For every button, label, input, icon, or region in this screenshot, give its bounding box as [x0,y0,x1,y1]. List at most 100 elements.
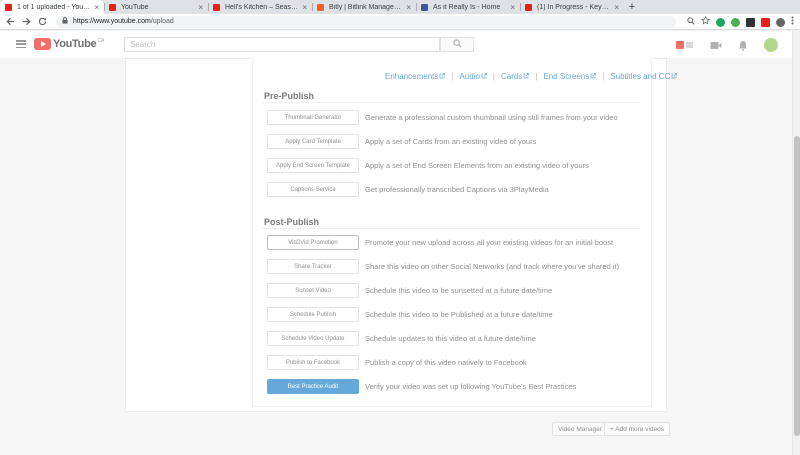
profile-icon[interactable] [776,17,785,27]
reload-icon[interactable] [36,16,48,28]
tab-close-icon[interactable]: × [302,3,307,12]
tool-button[interactable]: Share Tracker [267,259,359,274]
new-tab-button[interactable]: + [624,0,640,14]
account-avatar[interactable] [764,38,778,52]
tool-button[interactable]: Best Practice Audit [267,379,359,394]
search-button[interactable] [440,37,474,52]
tab-favicon-icon [525,3,532,11]
extension-icons [687,15,794,28]
youtube-country-code: CA [97,38,105,44]
tab-favicon-icon [317,3,324,11]
tool-button[interactable]: Sunset Video [267,283,359,298]
tools-tab-link[interactable]: Enhancements [385,72,446,81]
tool-description: Publish a copy of this video natively to… [365,358,527,367]
tool-description: Apply a set of Cards from an existing vi… [365,137,537,146]
zoom-icon[interactable] [687,16,695,28]
tubebuddy-extension-icon[interactable] [761,17,770,27]
tool-row: Schedule Publish Schedule this video to b… [267,307,647,322]
tab-close-icon[interactable]: × [198,3,203,12]
tool-row: Captions Service Get professionally trans… [267,182,647,197]
post-publish-heading: Post-Publish [264,217,320,227]
forward-icon[interactable] [20,16,32,28]
tool-row: Vid2Vid Promotion Promote your new upload… [267,235,647,250]
tools-tabs: Enhancements | Audio | Cards | End Screens | Sub… [385,72,678,81]
tab-title: YouTube [121,3,149,11]
tool-description: Apply a set of End Screen Elements from … [365,161,589,170]
tools-tab-link[interactable]: Audio [459,72,487,81]
tools-tab-label: Audio [459,72,480,81]
browser-tab[interactable]: 1 of 1 uploaded - YouTube × [0,0,104,14]
lock-icon [62,17,68,26]
address-bar: https://www.youtube.com/upload [0,14,800,30]
tab-favicon-icon [109,3,116,11]
tool-row: Publish to Facebook Publish a copy of thi… [267,355,647,370]
tab-favicon-icon [421,3,428,11]
tab-title: 1 of 1 uploaded - YouTube [17,3,92,11]
tab-close-icon[interactable]: × [614,3,619,12]
tools-tab-link[interactable]: Cards [501,72,530,81]
tool-button[interactable]: Publish to Facebook [267,355,359,370]
tool-description: Generate a professional custom thumbnail… [365,113,618,122]
tool-row: Best Practice Audit Verify your video was… [267,379,647,394]
tab-close-icon[interactable]: × [406,3,411,12]
tab-separator: | [602,72,605,81]
external-link-icon [481,73,487,81]
tool-description: Share this video on other Social Network… [365,262,620,271]
search-icon [452,38,462,51]
tab-separator: | [535,72,538,81]
tools-tab-label: Enhancements [385,72,439,81]
tool-row: Apply End Screen Template Apply a set of … [267,158,647,173]
tab-separator: | [451,72,454,81]
tool-description: Schedule updates to this video at a futu… [365,334,536,343]
green-extension-icon[interactable] [731,17,740,27]
external-link-icon [590,73,597,81]
add-more-videos-button[interactable]: + Add more videos [604,422,671,436]
dark-extension-icon[interactable] [746,17,755,27]
browser-tab[interactable]: As it Really Is - Home × [416,0,520,14]
tab-close-icon[interactable]: × [94,3,99,12]
tool-row: Thumbnail Generator Generate a profession… [267,110,647,125]
tools-tab-link[interactable]: Subtitles and CC [610,72,678,81]
video-manager-button[interactable]: Video Manager [552,422,608,436]
browser-tab[interactable]: YouTube × [104,0,208,14]
youtube-logo-text: YouTube [53,38,97,50]
tubebuddy-menu-icon[interactable] [676,40,694,50]
search-input[interactable]: Search [124,37,440,52]
tool-description: Schedule this video to be sunsetted at a… [365,286,553,295]
notifications-bell-icon[interactable] [738,40,748,51]
tool-button[interactable]: Thumbnail Generator [267,110,359,125]
tool-button[interactable]: Schedule Video Update [267,331,359,346]
tool-button[interactable]: Apply End Screen Template [267,158,359,173]
url-host: https://www.youtube.com [73,18,151,25]
tab-title: As it Really Is - Home [433,3,501,11]
browser-tab[interactable]: (1) In Progress - Keyword...× [520,0,624,14]
back-icon[interactable] [4,16,16,28]
tool-description: Get professionally transcribed Captions … [365,185,549,194]
youtube-logo[interactable]: YouTube CA [34,38,104,50]
upload-video-icon[interactable] [710,41,722,50]
tab-close-icon[interactable]: × [510,3,515,12]
tools-tab-link[interactable]: End Screens [543,72,597,81]
post-publish-divider [262,228,640,229]
browser-tab[interactable]: Bitly | Bitlink Managemen...× [312,0,416,14]
bookmark-star-icon[interactable] [700,15,711,28]
tab-favicon-icon [5,3,12,11]
browser-tab[interactable]: Hell's Kitchen – Season 1...× [208,0,312,14]
tool-button[interactable]: Schedule Publish [267,307,359,322]
scrollbar-thumb[interactable] [794,136,800,436]
tools-tab-label: Cards [501,72,523,81]
guide-menu-icon[interactable] [16,40,26,48]
pre-publish-heading: Pre-Publish [264,91,315,101]
tab-title: Bitly | Bitlink Managemen... [329,3,404,11]
url-field[interactable]: https://www.youtube.com/upload [56,15,676,28]
external-link-icon [439,73,446,81]
chrome-menu-icon[interactable] [791,16,794,28]
tab-separator: | [492,72,495,81]
tool-button[interactable]: Vid2Vid Promotion [267,235,359,250]
grammarly-extension-icon[interactable] [716,17,725,27]
tool-description: Promote your new upload across all your … [365,238,614,247]
tool-button[interactable]: Captions Service [267,182,359,197]
tools-tab-label: Subtitles and CC [610,72,671,81]
tool-button[interactable]: Apply Card Template [267,134,359,149]
page-scrollbar[interactable] [792,31,800,455]
